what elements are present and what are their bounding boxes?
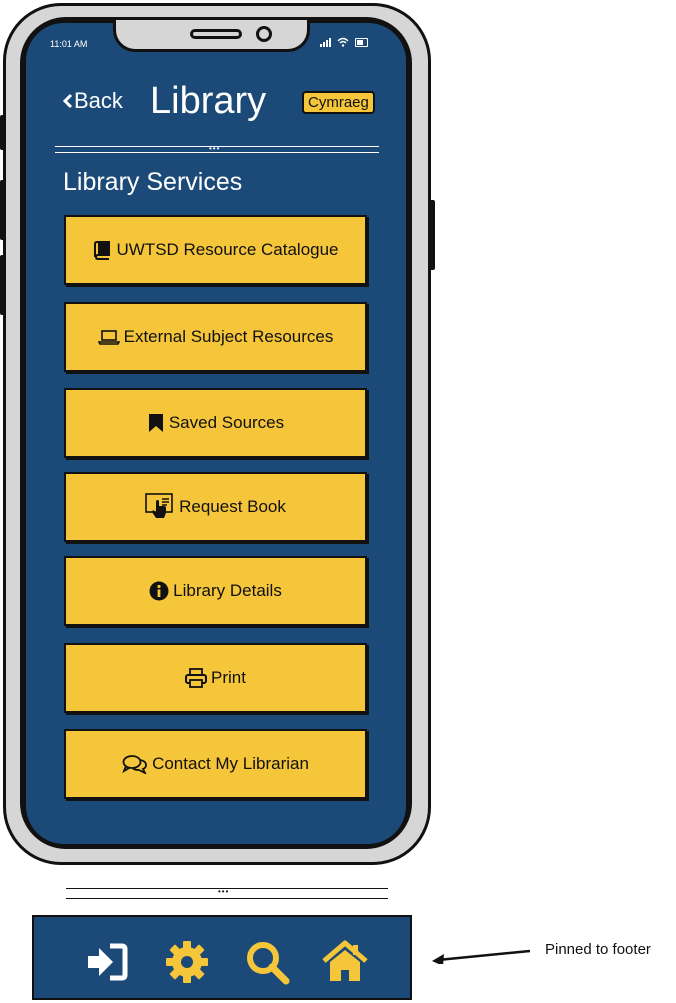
library-details-button[interactable]: Library Details xyxy=(64,556,367,626)
side-button xyxy=(429,200,435,270)
bookmark-icon xyxy=(148,414,163,432)
status-time: 11:01 AM xyxy=(50,39,88,49)
footer-nav-bar xyxy=(32,915,412,1000)
service-label: UWTSD Resource Catalogue xyxy=(116,240,339,259)
back-label: Back xyxy=(74,88,123,113)
section-title: Library Services xyxy=(63,168,243,196)
back-button[interactable]: Back xyxy=(62,88,123,114)
service-label: Contact My Librarian xyxy=(152,754,309,773)
gear-icon[interactable] xyxy=(164,939,210,985)
page-title: Library xyxy=(150,80,267,122)
book-icon xyxy=(94,241,111,260)
signal-icon xyxy=(320,37,331,47)
external-resources-button[interactable]: External Subject Resources xyxy=(64,302,367,372)
request-book-button[interactable]: Request Book xyxy=(64,472,367,542)
printer-icon xyxy=(185,668,208,688)
service-label: Library Details xyxy=(173,581,282,600)
side-button xyxy=(0,180,6,240)
speaker-grille xyxy=(190,29,242,39)
info-circle-icon xyxy=(149,581,169,601)
side-button xyxy=(0,255,6,315)
contact-librarian-button[interactable]: Contact My Librarian xyxy=(64,729,367,799)
service-label: Print xyxy=(211,668,246,687)
saved-sources-button[interactable]: Saved Sources xyxy=(64,388,367,458)
search-icon[interactable] xyxy=(244,939,290,985)
service-label: External Subject Resources xyxy=(123,327,334,346)
language-toggle-button[interactable]: Cymraeg xyxy=(302,91,375,114)
sign-in-icon[interactable] xyxy=(84,939,130,985)
laptop-icon xyxy=(97,330,120,345)
phone-notch xyxy=(113,20,310,52)
touch-request-icon xyxy=(145,493,173,518)
status-icons xyxy=(320,37,368,47)
home-icon[interactable] xyxy=(322,939,368,985)
chat-bubbles-icon xyxy=(122,755,147,774)
service-label: Request Book xyxy=(179,497,286,516)
print-button[interactable]: Print xyxy=(64,643,367,713)
service-label: Saved Sources xyxy=(168,413,285,432)
annotation-text: Pinned to footer xyxy=(545,941,651,958)
divider-dots: ••• xyxy=(218,887,230,896)
battery-icon xyxy=(355,37,368,47)
resource-catalogue-button[interactable]: UWTSD Resource Catalogue xyxy=(64,215,367,285)
divider-dots: ••• xyxy=(209,144,221,153)
camera-icon xyxy=(256,26,272,42)
side-button xyxy=(0,115,6,150)
annotation-arrow-icon xyxy=(432,949,531,964)
chevron-left-icon xyxy=(62,93,73,109)
footer-divider xyxy=(66,898,388,899)
wifi-icon xyxy=(337,37,349,47)
